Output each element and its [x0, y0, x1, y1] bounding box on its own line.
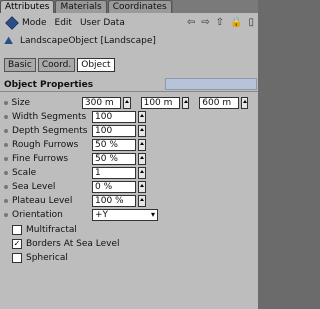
- plateau-level-stepper[interactable]: [138, 195, 146, 207]
- new-window-icon[interactable]: ▯: [248, 17, 254, 29]
- keyframe-dot[interactable]: [4, 115, 8, 119]
- tab-coordinates[interactable]: Coordinates: [107, 0, 172, 13]
- row-plateau-level: Plateau Level 100 %: [0, 195, 258, 207]
- landscape-icon: ⛰: [4, 34, 14, 47]
- menu-edit[interactable]: Edit: [55, 18, 72, 28]
- checkbox[interactable]: [12, 253, 22, 263]
- row-label: Rough Furrows: [12, 140, 79, 150]
- checkbox[interactable]: [12, 225, 22, 235]
- row-label: Sea Level: [12, 182, 56, 192]
- width-segments-stepper[interactable]: [138, 111, 146, 123]
- menu-user-data[interactable]: User Data: [80, 18, 125, 28]
- menu-mode[interactable]: Mode: [22, 18, 47, 28]
- section-divider: [0, 91, 258, 92]
- check-label: Spherical: [26, 253, 68, 263]
- attributes-tabs: Attributes Materials Coordinates: [0, 0, 258, 14]
- checkbox[interactable]: ✓: [12, 239, 22, 249]
- row-label: Depth Segments: [12, 126, 88, 136]
- size-x-field[interactable]: 300 m: [81, 97, 122, 109]
- row-fine-furrows: Fine Furrows 50 %: [0, 153, 258, 165]
- chevron-down-icon: ▾: [150, 210, 155, 219]
- row-orientation: Orientation +Y ▾: [0, 209, 258, 221]
- subtab-basic[interactable]: Basic: [4, 58, 36, 72]
- keyframe-dot[interactable]: [4, 101, 8, 105]
- back-icon[interactable]: ⇦: [187, 17, 195, 29]
- plateau-level-field[interactable]: 100 %: [92, 195, 136, 207]
- keyframe-dot[interactable]: [4, 185, 8, 189]
- row-scale: Scale 1: [0, 167, 258, 179]
- sea-level-stepper[interactable]: [138, 181, 146, 193]
- up-icon[interactable]: ⇧: [216, 17, 224, 29]
- rough-furrows-stepper[interactable]: [138, 139, 146, 151]
- keyframe-dot[interactable]: [4, 199, 8, 203]
- attributes-panel: Mode Edit User Data ⇦ ⇨ ⇧ 🔒 ▯ ⛰ Landscap…: [0, 13, 258, 309]
- size-z-stepper[interactable]: [240, 97, 248, 109]
- nav-controls: ⇦ ⇨ ⇧ 🔒 ▯: [187, 17, 254, 29]
- row-label: Size: [11, 98, 30, 108]
- size-z-field[interactable]: 600 m: [199, 97, 239, 109]
- section-swatch: [165, 78, 257, 90]
- row-label: Plateau Level: [12, 196, 73, 206]
- check-multifractal[interactable]: Multifractal: [12, 224, 77, 236]
- orientation-value: +Y: [95, 210, 109, 220]
- check-borders-sea-level[interactable]: ✓ Borders At Sea Level: [12, 238, 120, 250]
- check-label: Borders At Sea Level: [26, 239, 120, 249]
- depth-segments-stepper[interactable]: [138, 125, 146, 137]
- row-label: Width Segments: [12, 112, 87, 122]
- row-size: Size 300 m 100 m 600 m: [0, 97, 258, 109]
- rough-furrows-field[interactable]: 50 %: [92, 139, 136, 151]
- row-label: Fine Furrows: [12, 154, 69, 164]
- keyframe-dot[interactable]: [4, 171, 8, 175]
- tab-attributes[interactable]: Attributes: [0, 0, 55, 13]
- keyframe-dot[interactable]: [4, 157, 8, 161]
- object-title: LandscapeObject [Landscape]: [20, 36, 156, 46]
- keyframe-dot[interactable]: [4, 213, 8, 217]
- fine-furrows-field[interactable]: 50 %: [92, 153, 136, 165]
- scale-stepper[interactable]: [138, 167, 146, 179]
- row-depth-segments: Depth Segments 100: [0, 125, 258, 137]
- tab-spacer: [172, 0, 258, 14]
- section-title: Object Properties: [4, 80, 94, 90]
- keyframe-dot[interactable]: [4, 143, 8, 147]
- size-y-stepper[interactable]: [182, 97, 190, 109]
- orientation-dropdown[interactable]: +Y ▾: [92, 209, 158, 221]
- tab-materials[interactable]: Materials: [55, 0, 107, 13]
- row-width-segments: Width Segments 100: [0, 111, 258, 123]
- subtab-object[interactable]: Object: [77, 58, 115, 72]
- fine-furrows-stepper[interactable]: [138, 153, 146, 165]
- lock-icon[interactable]: 🔒: [230, 17, 242, 29]
- row-label: Orientation: [12, 210, 63, 220]
- menu-bar: Mode Edit User Data ⇦ ⇨ ⇧ 🔒 ▯: [0, 15, 258, 31]
- width-segments-field[interactable]: 100: [92, 111, 136, 123]
- row-sea-level: Sea Level 0 %: [0, 181, 258, 193]
- subtab-coord[interactable]: Coord.: [37, 58, 76, 72]
- check-label: Multifractal: [26, 225, 77, 235]
- check-spherical[interactable]: Spherical: [12, 252, 68, 264]
- mode-icon: [5, 16, 19, 30]
- row-label: Scale: [12, 168, 37, 178]
- scale-field[interactable]: 1: [92, 167, 136, 179]
- row-rough-furrows: Rough Furrows 50 %: [0, 139, 258, 151]
- object-header: ⛰ LandscapeObject [Landscape]: [4, 34, 254, 48]
- forward-icon[interactable]: ⇨: [201, 17, 209, 29]
- keyframe-dot[interactable]: [4, 129, 8, 133]
- sub-tabs: Basic Coord. Object: [4, 58, 117, 72]
- size-x-stepper[interactable]: [123, 97, 131, 109]
- sea-level-field[interactable]: 0 %: [92, 181, 136, 193]
- size-y-field[interactable]: 100 m: [140, 97, 181, 109]
- depth-segments-field[interactable]: 100: [92, 125, 136, 137]
